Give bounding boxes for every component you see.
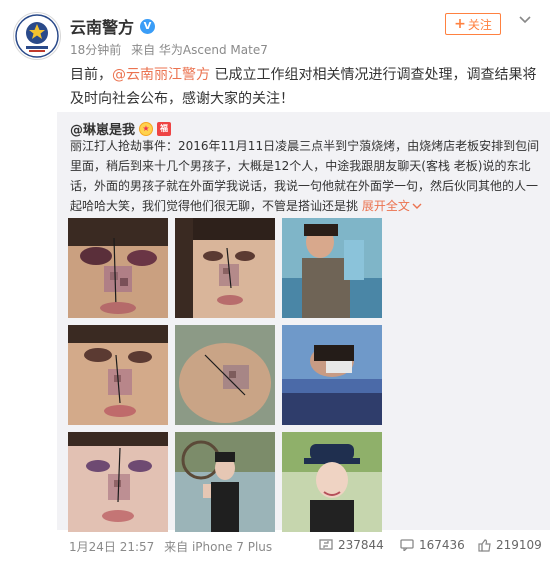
photo-1-image [68,218,168,318]
repost-icon [319,539,333,551]
photo-grid [68,218,388,532]
post-meta: 18分钟前 来自 华为Ascend Mate7 [70,41,274,58]
photo-5-image [175,325,275,425]
photo-6[interactable] [282,325,382,425]
repost-source: 来自 iPhone 7 Plus [164,540,273,554]
author-row: 云南警方 V [70,14,156,38]
chevron-down-icon[interactable] [518,15,532,25]
thumbs-up-icon [478,538,491,552]
photo-9-image [282,432,382,532]
follow-label: 关注 [467,17,492,32]
avatar[interactable] [13,12,61,60]
photo-5[interactable] [175,325,275,425]
police-badge-icon [15,14,59,58]
photo-9[interactable] [282,432,382,532]
photo-2-image [175,218,275,318]
daren-badge-icon: ★ [139,121,154,136]
photo-4-image [68,325,168,425]
comment-icon [400,539,414,551]
photo-2[interactable] [175,218,275,318]
repost-time[interactable]: 1月24日 21:57 [69,540,154,554]
post-content: 目前，@云南丽江警方 已成立工作组对相关情况进行调查处理，调查结果将及时向社会公… [70,63,540,111]
post-source: 来自 华为Ascend Mate7 [131,43,268,57]
photo-8[interactable] [175,432,275,532]
photo-4[interactable] [68,325,168,425]
expand-link[interactable]: 展开全文 [362,199,422,213]
author-name[interactable]: 云南警方 [70,14,134,38]
photo-8-image [175,432,275,532]
footer-meta: 1月24日 21:57 来自 iPhone 7 Plus [69,538,278,555]
like-count: 219109 [496,538,542,552]
photo-3-image [282,218,382,318]
photo-6-image [282,325,382,425]
repost-body: 丽江打人抢劫事件：2016年11月11日凌晨三点半到宁蒗烧烤，由烧烤店老板安排到… [70,139,540,213]
comment-count: 167436 [419,538,465,552]
comment-stat[interactable]: 167436 [400,538,465,552]
red-envelope-icon: 福 [157,121,172,136]
mention-link[interactable]: @云南丽江警方 [112,67,210,83]
post-prefix: 目前， [70,67,112,83]
post-header: 云南警方 V 18分钟前 来自 华为Ascend Mate7 + 关注 [0,0,550,62]
repost-count: 237844 [338,538,384,552]
expand-chevron-icon [412,203,422,209]
photo-1[interactable] [68,218,168,318]
like-stat[interactable]: 219109 [478,538,542,552]
repost-box: @琳崽是我 ★ 福 丽江打人抢劫事件：2016年11月11日凌晨三点半到宁蒗烧烤… [57,112,550,532]
verified-icon: V [140,18,156,34]
photo-3[interactable] [282,218,382,318]
post-footer: 1月24日 21:57 来自 iPhone 7 Plus 237844 1674… [57,530,550,562]
expand-label: 展开全文 [361,199,410,213]
plus-icon: + [454,16,466,32]
photo-7[interactable] [68,432,168,532]
follow-button[interactable]: + 关注 [445,13,501,35]
repost-text: 丽江打人抢劫事件：2016年11月11日凌晨三点半到宁蒗烧烤，由烧烤店老板安排到… [70,136,540,216]
photo-7-image [68,432,168,532]
post-time[interactable]: 18分钟前 [70,43,121,57]
repost-stat[interactable]: 237844 [319,538,384,552]
